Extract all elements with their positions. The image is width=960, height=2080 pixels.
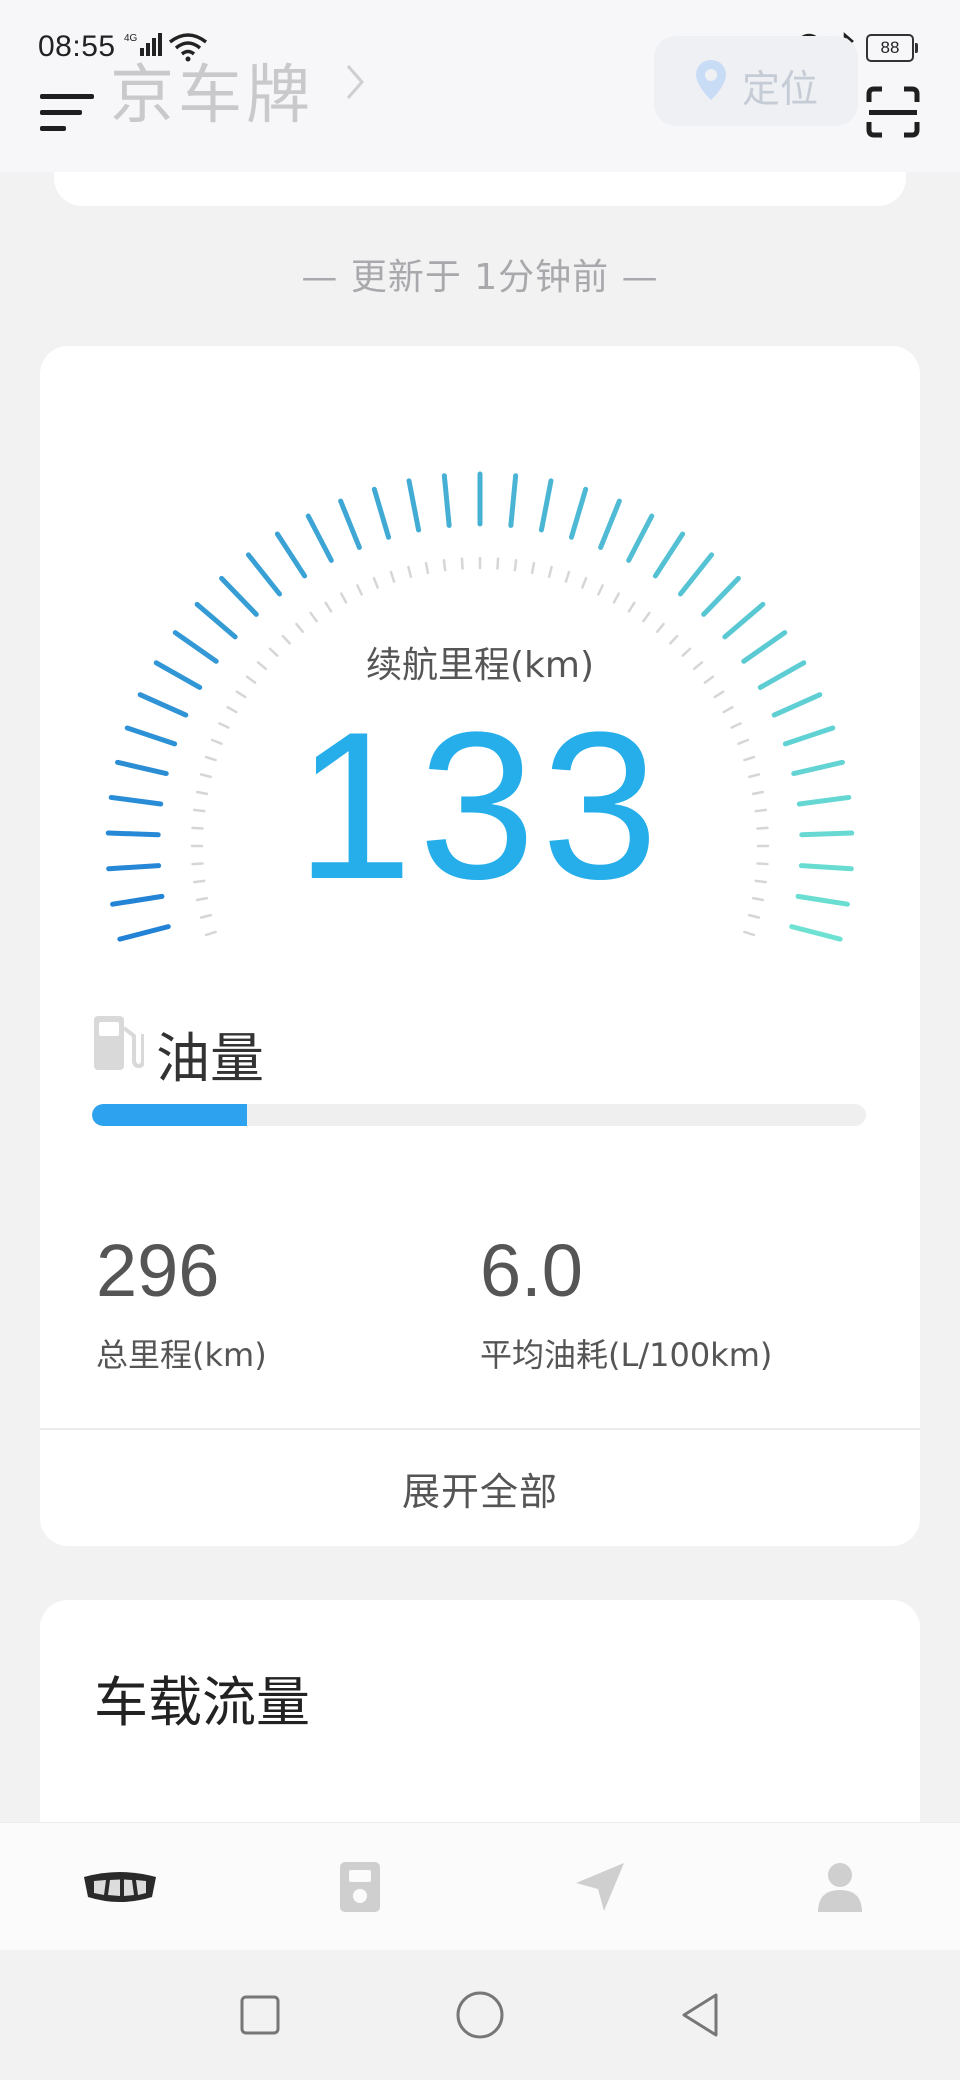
gauge-minor-tick — [372, 576, 379, 589]
gauge-minor-tick — [547, 565, 553, 578]
gauge-tick — [194, 601, 238, 640]
gauge-tick — [245, 552, 283, 597]
gauge-minor-tick — [530, 561, 536, 575]
gauge-tick — [677, 552, 715, 597]
menu-icon[interactable] — [40, 92, 96, 138]
total-mileage-stat: 296 总里程(km) — [96, 1234, 267, 1376]
fuel-pump-icon — [92, 1014, 145, 1076]
gauge-tick — [371, 486, 392, 540]
locate-button[interactable]: 定位 — [654, 36, 858, 126]
gauge-tick — [441, 473, 452, 528]
gauge-minor-tick — [324, 601, 333, 613]
gauge-minor-tick — [204, 930, 217, 937]
square-icon — [240, 1995, 280, 2035]
avg-consumption-stat: 6.0 平均油耗(L/100km) — [480, 1234, 772, 1376]
gauge-tick — [568, 486, 589, 540]
app-screen: 08:55 4G 88 京车牌 定位 — 更新于 1分钟前 — 续航里程(km)… — [0, 0, 960, 2080]
gauge-tick — [626, 513, 655, 563]
status-time: 08:55 — [38, 30, 116, 63]
gauge-tick — [789, 924, 843, 942]
fuel-label: 油量 — [156, 1027, 264, 1090]
gauge-minor-tick — [235, 690, 247, 699]
gauge-minor-tick — [655, 622, 665, 634]
gauge-minor-tick — [743, 930, 756, 937]
gauge-minor-tick — [407, 565, 413, 578]
gauge-minor-tick — [442, 559, 447, 572]
data-flow-title: 车载流量 — [94, 1671, 310, 1734]
gauge-minor-tick — [460, 557, 464, 570]
avg-consumption-label: 平均油耗(L/100km) — [480, 1336, 773, 1374]
gauge-minor-tick — [597, 584, 604, 596]
fuel-level-fill — [92, 1104, 247, 1126]
vehicle-status-card: 续航里程(km) 133 油量 296 总里程(km) 6.0 平均油耗(L/1… — [40, 346, 920, 1546]
network-type: 4G — [124, 33, 138, 44]
person-icon — [818, 1863, 862, 1912]
battery-indicator: 88 — [866, 34, 918, 62]
top-header: 08:55 4G 88 京车牌 定位 — [0, 0, 960, 172]
navigation-arrow-icon — [576, 1863, 624, 1911]
gauge-tick — [219, 575, 259, 617]
gauge-tick — [701, 575, 741, 617]
expand-all-button[interactable]: 展开全部 — [40, 1430, 920, 1546]
gauge-minor-tick — [642, 611, 651, 623]
chevron-right-icon[interactable] — [344, 62, 366, 106]
gauge-minor-tick — [612, 592, 620, 604]
plate-title[interactable]: 京车牌 — [110, 44, 314, 136]
gauge-minor-tick — [356, 584, 363, 596]
locate-label: 定位 — [742, 67, 819, 111]
total-mileage-label: 总里程(km) — [96, 1336, 267, 1374]
gauge-tick — [508, 473, 519, 528]
gauge-minor-tick — [627, 601, 636, 613]
location-pin-icon — [694, 58, 728, 106]
car-logo-icon — [84, 1872, 156, 1902]
home-button[interactable] — [440, 1975, 520, 2055]
gauge-tick — [305, 513, 334, 563]
gauge-minor-tick — [340, 592, 348, 604]
total-mileage-value: 296 — [96, 1229, 220, 1312]
gauge-minor-tick — [513, 559, 518, 572]
gauge-minor-tick — [424, 561, 430, 575]
range-label: 续航里程(km) — [365, 645, 594, 686]
gauge-minor-tick — [581, 576, 588, 589]
tab-device[interactable] — [300, 1837, 420, 1937]
fuel-level-bar — [92, 1104, 866, 1126]
gauge-minor-tick — [496, 557, 500, 570]
tab-navigation[interactable] — [540, 1837, 660, 1937]
tab-car[interactable] — [60, 1837, 180, 1937]
gauge-tick — [538, 478, 554, 533]
gauge-tick — [406, 478, 422, 533]
system-nav-bar — [0, 1950, 960, 2080]
triangle-back-icon — [682, 1993, 718, 2037]
updated-time-text: — 更新于 1分钟前 — — [301, 257, 659, 298]
gauge-minor-tick — [309, 611, 318, 623]
range-value: 133 — [295, 688, 665, 923]
bottom-tab-bar — [0, 1822, 960, 1951]
avg-consumption-value: 6.0 — [480, 1229, 583, 1312]
gauge-minor-tick — [564, 570, 571, 583]
gauge-minor-tick — [295, 622, 305, 634]
gauge-minor-tick — [713, 690, 725, 699]
recent-apps-button[interactable] — [220, 1975, 300, 2055]
back-button[interactable] — [660, 1975, 740, 2055]
gauge-minor-tick — [199, 913, 212, 919]
gauge-tick — [598, 498, 622, 550]
gauge-tick — [338, 498, 362, 550]
gauge-tick — [652, 531, 686, 579]
gauge-minor-tick — [748, 913, 761, 919]
gauge-minor-tick — [389, 570, 396, 583]
circle-icon — [456, 1991, 504, 2039]
device-icon — [340, 1862, 380, 1912]
tab-profile[interactable] — [780, 1837, 900, 1937]
scan-icon[interactable] — [866, 86, 920, 142]
gauge-tick — [722, 601, 766, 640]
gauge-tick — [274, 531, 308, 579]
gauge-tick — [117, 924, 171, 942]
